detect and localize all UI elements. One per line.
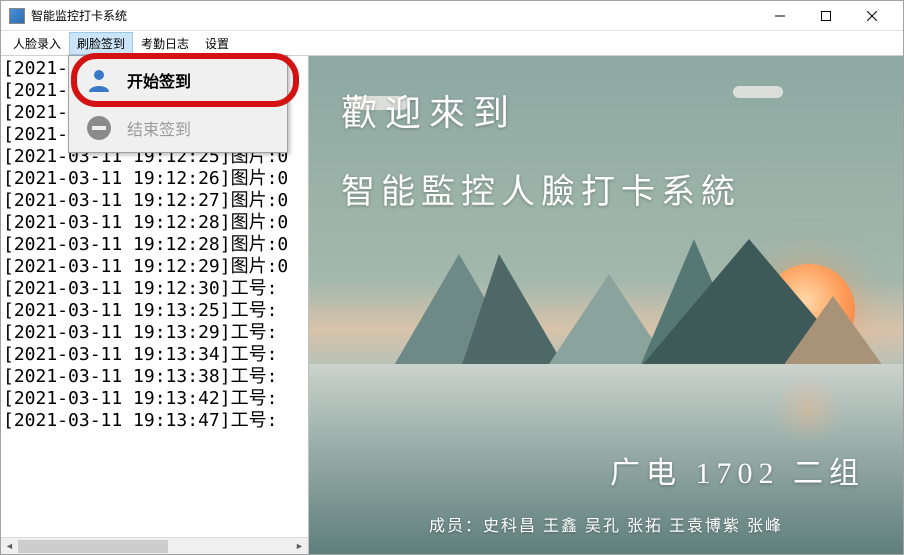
log-line: [2021-03-11 19:13:38]工号: bbox=[3, 366, 306, 388]
log-line: [2021-03-11 19:12:28]图片:0 bbox=[3, 234, 306, 256]
app-window: 智能监控打卡系统 人脸录入 刷脸签到 开始签到 bbox=[0, 0, 904, 555]
stop-icon bbox=[85, 114, 113, 142]
titlebar: 智能监控打卡系统 bbox=[1, 1, 903, 31]
scroll-thumb[interactable] bbox=[18, 540, 168, 553]
menu-face-signin-label: 刷脸签到 bbox=[77, 37, 125, 51]
maximize-button[interactable] bbox=[803, 1, 849, 31]
mountain-icon bbox=[783, 296, 883, 366]
log-line: [2021-03-11 19:12:30]工号: bbox=[3, 278, 306, 300]
log-line: [2021-03-11 19:12:27]图片:0 bbox=[3, 190, 306, 212]
scroll-right-icon[interactable]: ► bbox=[291, 538, 308, 555]
app-icon bbox=[9, 8, 25, 24]
scroll-left-icon[interactable]: ◄ bbox=[1, 538, 18, 555]
log-line: [2021-03-11 19:13:42]工号: bbox=[3, 388, 306, 410]
menu-attendance-log[interactable]: 考勤日志 bbox=[133, 32, 197, 55]
log-line: [2021-03-11 19:12:26]图片:0 bbox=[3, 168, 306, 190]
menu-face-input[interactable]: 人脸录入 bbox=[5, 32, 69, 55]
user-icon bbox=[85, 66, 113, 94]
minimize-button[interactable] bbox=[757, 1, 803, 31]
menu-face-signin[interactable]: 刷脸签到 开始签到 结束签到 bbox=[69, 32, 133, 55]
poster-line2: 智能監控人臉打卡系統 bbox=[341, 164, 741, 213]
window-controls bbox=[757, 1, 895, 31]
log-line: [2021-03-11 19:12:29]图片:0 bbox=[3, 256, 306, 278]
poster-members: 成员：史科昌 王鑫 吴孔 张拓 王袁博紫 张峰 bbox=[309, 512, 903, 536]
end-signin-label: 结束签到 bbox=[127, 116, 191, 140]
log-line: [2021-03-11 19:12:28]图片:0 bbox=[3, 212, 306, 234]
end-signin-item: 结束签到 bbox=[69, 104, 287, 152]
poster-line1: 歡迎來到 bbox=[341, 84, 741, 136]
horizontal-scrollbar[interactable]: ◄ ► bbox=[1, 537, 308, 554]
poster-heading: 歡迎來到 智能監控人臉打卡系統 bbox=[341, 84, 741, 213]
close-button[interactable] bbox=[849, 1, 895, 31]
start-signin-item[interactable]: 开始签到 bbox=[69, 56, 287, 104]
start-signin-label: 开始签到 bbox=[127, 68, 191, 92]
log-line: [2021-03-11 19:13:34]工号: bbox=[3, 344, 306, 366]
poster-group: 广电 1702 二组 bbox=[610, 448, 865, 492]
log-line: [2021-03-11 19:13:47]工号: bbox=[3, 410, 306, 432]
log-line: [2021-03-11 19:13:25]工号: bbox=[3, 300, 306, 322]
scroll-track[interactable] bbox=[18, 538, 291, 555]
signin-dropdown: 开始签到 结束签到 bbox=[68, 55, 288, 153]
welcome-poster: 歡迎來到 智能監控人臉打卡系統 广电 1702 二组 成员：史科昌 王鑫 吴孔 … bbox=[309, 56, 903, 554]
sun-reflection bbox=[773, 374, 843, 444]
menu-settings[interactable]: 设置 bbox=[197, 32, 237, 55]
menubar: 人脸录入 刷脸签到 开始签到 结束签到 考勤日志 设置 bbox=[1, 31, 903, 55]
log-line: [2021-03-11 19:13:29]工号: bbox=[3, 322, 306, 344]
window-title: 智能监控打卡系统 bbox=[31, 7, 757, 24]
